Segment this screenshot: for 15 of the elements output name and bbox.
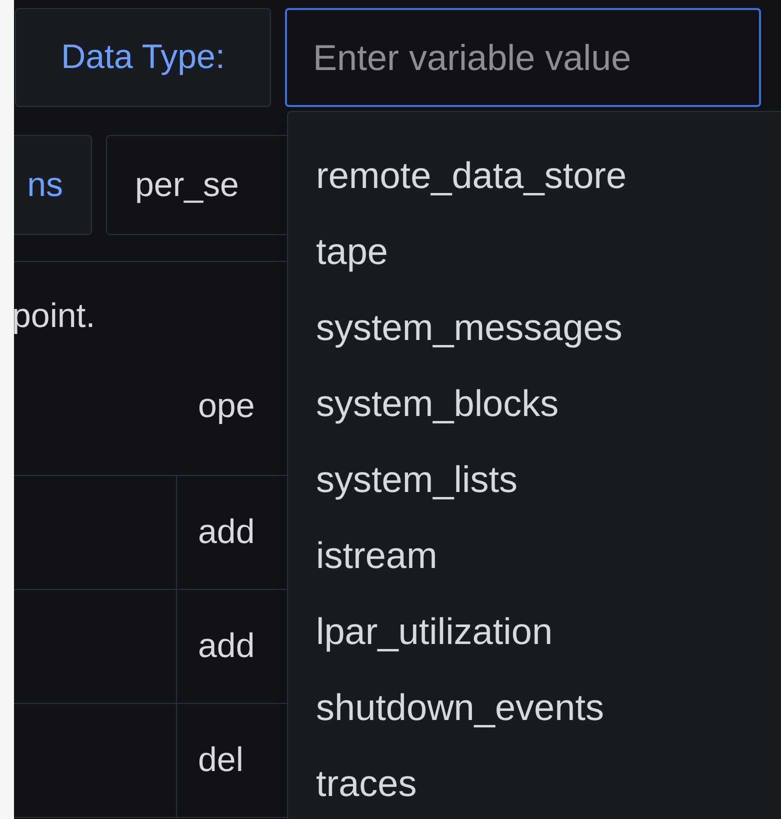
table-cell-text: add [198, 626, 255, 667]
tab-button[interactable]: ns [14, 135, 92, 235]
dropdown-option[interactable]: istream [288, 518, 438, 594]
table-cell-text: add [198, 512, 255, 553]
dropdown-option[interactable]: system_blocks [288, 366, 559, 442]
description-text: point. [14, 296, 96, 336]
dropdown-option[interactable]: system_lists [288, 442, 518, 518]
dropdown-option[interactable]: shutdown_events [288, 670, 604, 746]
dropdown-option[interactable]: lpar_utilization [288, 594, 553, 670]
dropdown-option[interactable]: system_messages [288, 290, 622, 366]
variable-label: Data Type: [15, 8, 271, 107]
dropdown-option[interactable]: traces [288, 746, 417, 819]
table-cell-text: del [198, 740, 244, 781]
variable-input[interactable]: Enter variable value [285, 8, 761, 107]
column-header: ope [197, 386, 255, 426]
